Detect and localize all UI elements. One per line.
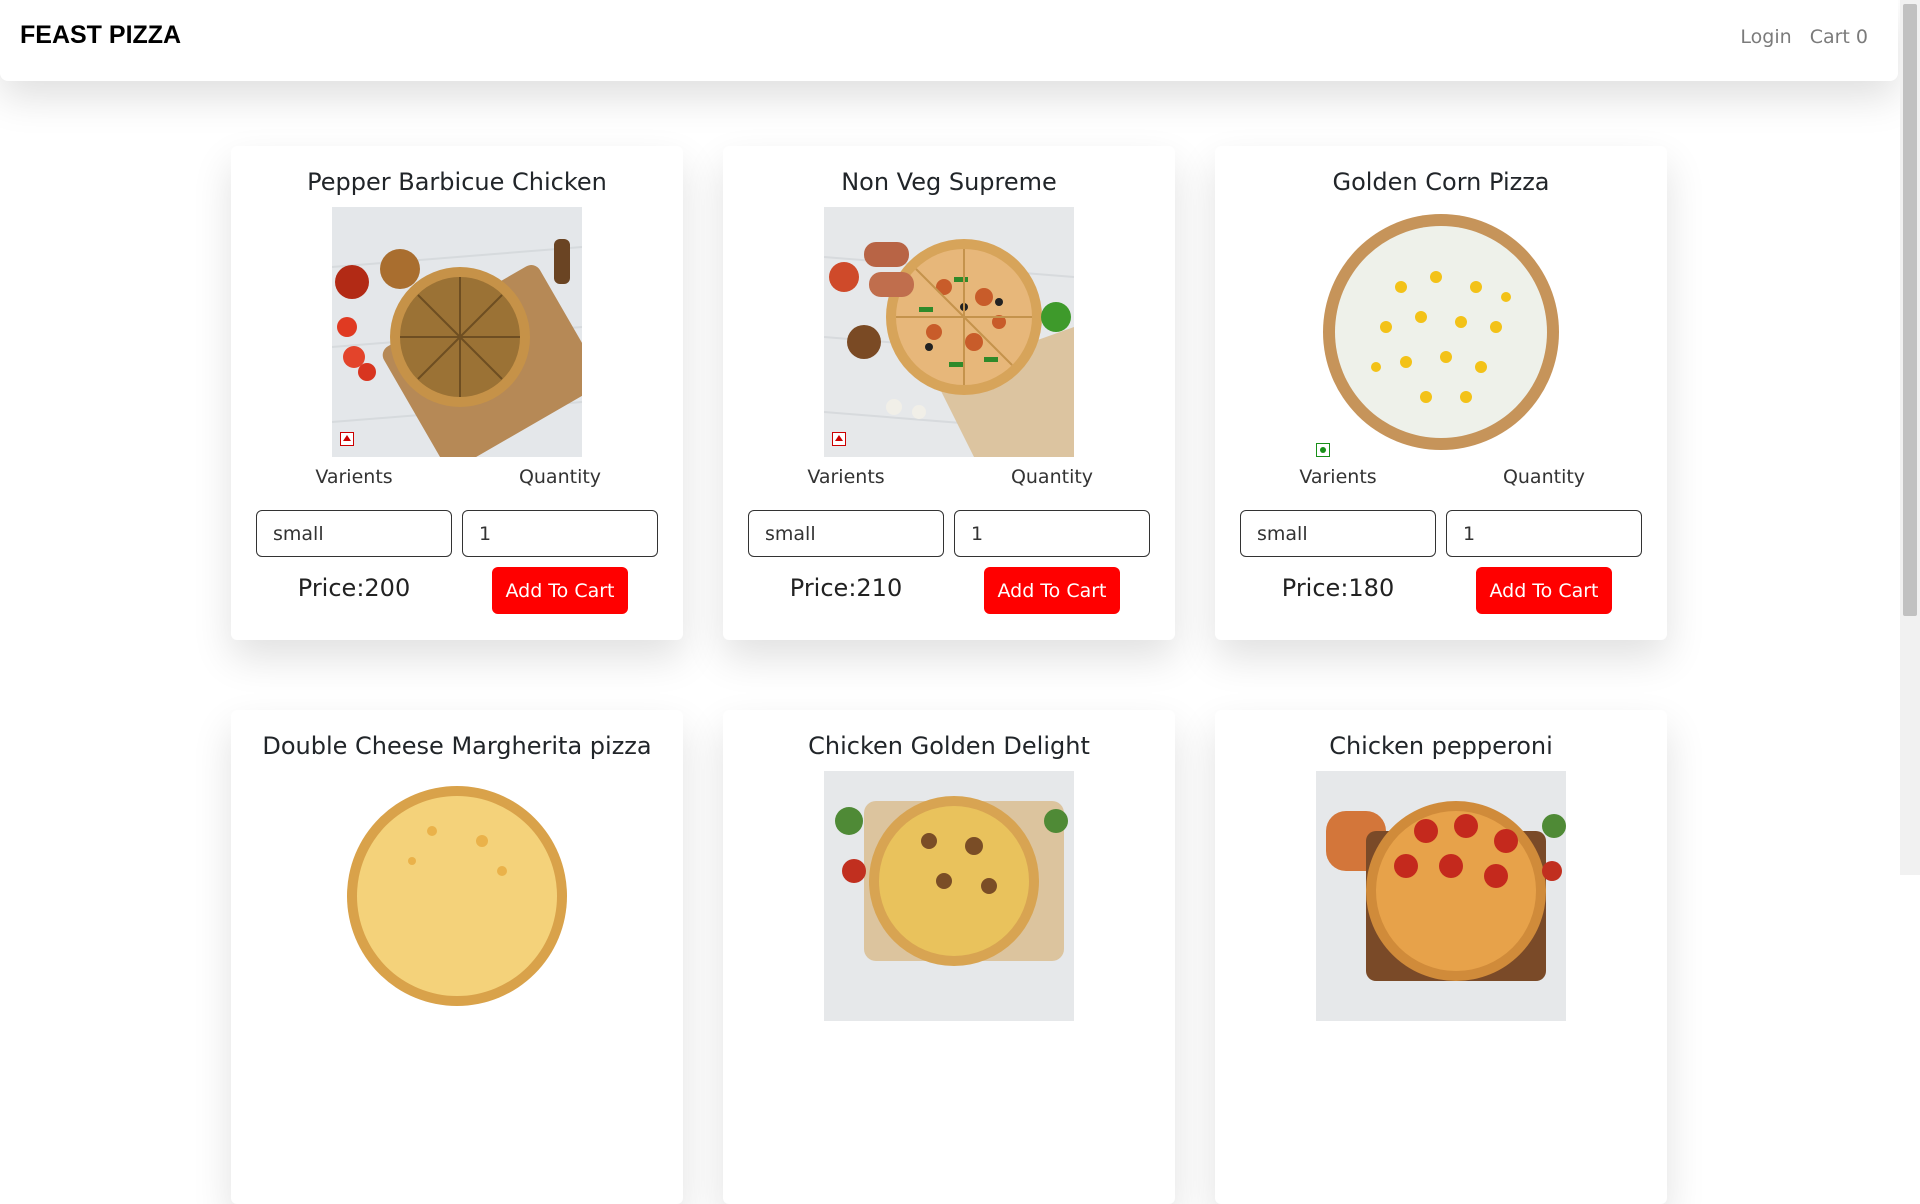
add-to-cart-button[interactable]: Add To Cart — [492, 567, 628, 614]
pizza-card: Non Veg Supreme Varients Quantity small … — [723, 146, 1175, 640]
varients-label: Varients — [1299, 466, 1377, 488]
cart-link[interactable]: Cart 0 — [1810, 26, 1868, 48]
varient-select[interactable]: small — [748, 510, 944, 557]
pizza-card: Golden Corn Pizza Varients Quantity smal… — [1215, 146, 1667, 640]
pizza-name: Chicken pepperoni — [1329, 732, 1553, 760]
pizza-image[interactable] — [824, 207, 1074, 457]
pizza-name: Chicken Golden Delight — [808, 732, 1090, 760]
login-link[interactable]: Login — [1740, 26, 1791, 48]
quantity-select[interactable]: 1 — [462, 510, 658, 557]
scrollbar-thumb[interactable] — [1903, 4, 1917, 616]
pizza-name: Golden Corn Pizza — [1332, 168, 1550, 196]
quantity-label: Quantity — [1010, 466, 1094, 488]
veg-icon — [1316, 443, 1330, 457]
price-text: Price:180 — [1281, 574, 1395, 602]
pizza-card: Double Cheese Margherita pizza — [231, 710, 683, 1204]
quantity-label: Quantity — [518, 466, 602, 488]
varient-select[interactable]: small — [1240, 510, 1436, 557]
price-text: Price:200 — [297, 574, 411, 602]
pizza-name: Pepper Barbicue Chicken — [307, 168, 607, 196]
brand-logo[interactable]: FEAST PIZZA — [20, 21, 181, 50]
nonveg-icon — [340, 432, 354, 446]
pizza-image[interactable] — [332, 771, 582, 1021]
varients-label: Varients — [315, 466, 393, 488]
navbar: FEAST PIZZA Login Cart 0 — [0, 0, 1898, 81]
pizza-card: Pepper Barbicue Chicken Varients Quantit… — [231, 146, 683, 640]
quantity-select[interactable]: 1 — [1446, 510, 1642, 557]
pizza-card: Chicken Golden Delight — [723, 710, 1175, 1204]
varients-label: Varients — [807, 466, 885, 488]
varient-select[interactable]: small — [256, 510, 452, 557]
page-scrollbar[interactable] — [1900, 0, 1920, 875]
pizza-image[interactable] — [332, 207, 582, 457]
pizza-image[interactable] — [824, 771, 1074, 1021]
nonveg-icon — [832, 432, 846, 446]
add-to-cart-button[interactable]: Add To Cart — [1476, 567, 1612, 614]
pizza-name: Non Veg Supreme — [841, 168, 1057, 196]
quantity-label: Quantity — [1502, 466, 1586, 488]
pizza-card: Chicken pepperoni — [1215, 710, 1667, 1204]
quantity-select[interactable]: 1 — [954, 510, 1150, 557]
pizza-image[interactable] — [1316, 771, 1566, 1021]
add-to-cart-button[interactable]: Add To Cart — [984, 567, 1120, 614]
pizza-grid: Pepper Barbicue Chicken Varients Quantit… — [0, 0, 1898, 1204]
price-text: Price:210 — [789, 574, 903, 602]
pizza-image[interactable] — [1316, 207, 1566, 457]
pizza-name: Double Cheese Margherita pizza — [262, 732, 652, 760]
